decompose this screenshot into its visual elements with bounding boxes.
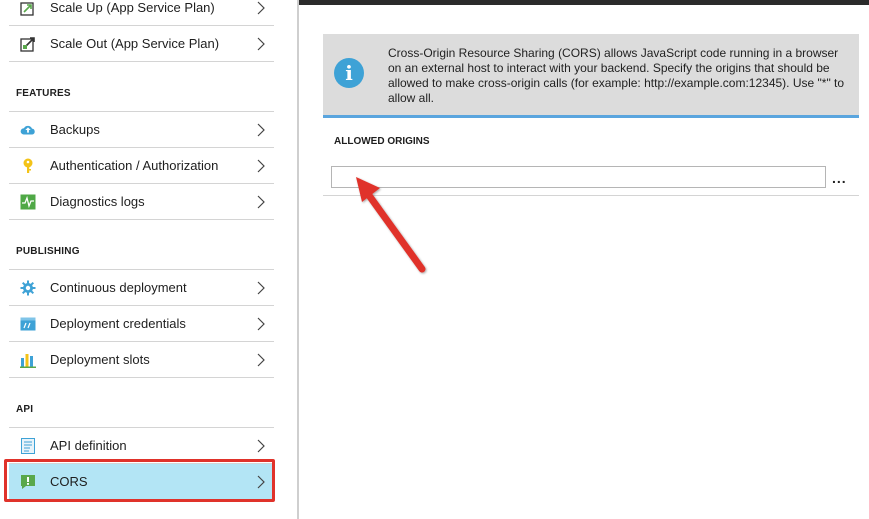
sidebar-item-scale-out[interactable]: Scale Out (App Service Plan) [9,26,274,62]
chevron-right-icon [257,159,265,172]
sidebar-item-label: Scale Up (App Service Plan) [50,0,215,15]
sidebar-item-deployment-slots[interactable]: Deployment slots [9,342,274,378]
key-icon [20,158,36,174]
sidebar-item-label: Diagnostics logs [50,194,145,209]
sidebar-item-backups[interactable]: Backups [9,112,274,148]
sidebar-item-label: Deployment credentials [50,316,186,331]
sidebar-item-continuous-deployment[interactable]: Continuous deployment [9,270,274,306]
api-document-icon [20,437,36,454]
sidebar-item-label: Continuous deployment [50,280,187,295]
credentials-icon [20,316,36,332]
sidebar-item-deployment-credentials[interactable]: Deployment credentials [9,306,274,342]
chevron-right-icon [257,123,265,136]
annotation-arrow [356,177,426,273]
chevron-right-icon [257,317,265,330]
section-heading-features: FEATURES [16,88,71,99]
more-options-button[interactable]: ... [832,171,847,185]
sidebar-item-label: API definition [50,438,127,453]
sidebar-item-label: Authentication / Authorization [50,158,219,173]
info-icon: i [334,58,364,88]
sidebar-item-label: Backups [50,122,100,137]
chevron-right-icon [257,439,265,452]
chevron-right-icon [257,195,265,208]
allowed-origins-label: ALLOWED ORIGINS [334,136,430,147]
gear-icon [20,280,36,296]
cors-highlight-box [4,459,275,502]
sidebar-item-scale-up[interactable]: Scale Up (App Service Plan) [9,0,274,26]
chevron-right-icon [257,37,265,50]
scale-up-icon [20,0,36,16]
diagnostics-icon [20,194,36,210]
blade-divider [297,0,299,519]
section-heading-publishing: PUBLISHING [16,246,80,257]
top-bar [299,0,869,5]
sidebar-item-diagnostics-logs[interactable]: Diagnostics logs [9,184,274,220]
sidebar: Scale Up (App Service Plan) Scale Out (A… [0,0,297,519]
chevron-right-icon [257,281,265,294]
sidebar-item-label: Deployment slots [50,352,150,367]
cloud-backup-icon [20,122,36,138]
sidebar-item-label: Scale Out (App Service Plan) [50,36,220,51]
slots-icon [20,352,36,368]
info-banner: i Cross-Origin Resource Sharing (CORS) a… [323,34,859,118]
scale-out-icon [20,36,36,52]
sidebar-item-authentication[interactable]: Authentication / Authorization [9,148,274,184]
chevron-right-icon [257,353,265,366]
chevron-right-icon [257,1,265,14]
section-heading-api: API [16,404,34,415]
info-text: Cross-Origin Resource Sharing (CORS) all… [388,46,845,105]
